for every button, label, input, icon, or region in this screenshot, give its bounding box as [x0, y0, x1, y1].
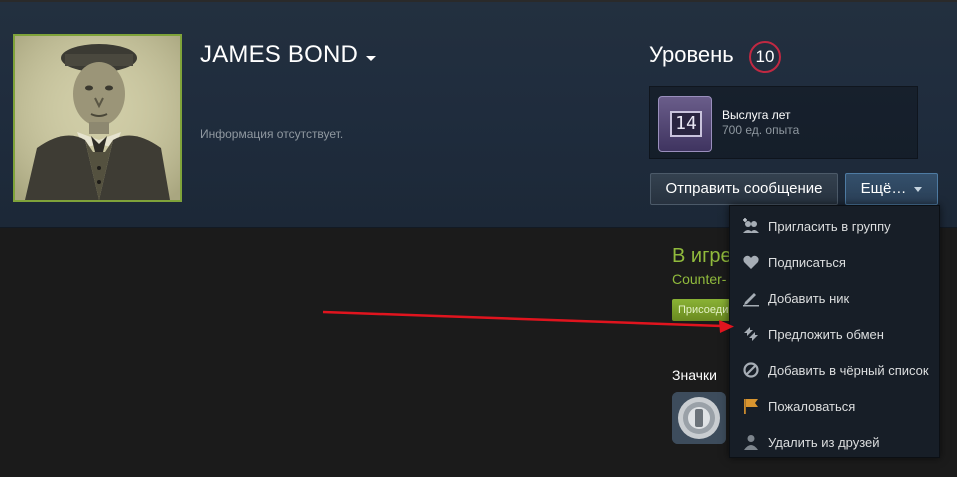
more-label: Ещё…: [860, 180, 907, 197]
avatar[interactable]: [13, 34, 182, 202]
menu-item-label: Предложить обмен: [768, 326, 884, 342]
coin-badge-icon: [672, 392, 726, 444]
menu-item-add-nickname[interactable]: Добавить ник: [730, 280, 941, 316]
flag-icon: [742, 397, 760, 415]
avatar-image: [15, 36, 180, 200]
remove-friend-icon: [742, 433, 760, 451]
status-game-name[interactable]: Counter-: [672, 271, 726, 287]
menu-item-label: Подписаться: [768, 254, 846, 270]
badge-name: Выслуга лет: [722, 108, 791, 122]
send-message-button[interactable]: Отправить сообщение: [650, 173, 838, 205]
group-invite-icon: [742, 217, 760, 235]
menu-item-follow[interactable]: Подписаться: [730, 244, 941, 280]
years-of-service-badge-icon: 14: [658, 96, 712, 152]
top-divider: [0, 0, 957, 2]
menu-item-label: Пожаловаться: [768, 398, 856, 414]
join-game-label: Присоеди: [678, 304, 729, 316]
level-title: Уровень: [649, 42, 734, 67]
badges-section-title[interactable]: Значки: [672, 367, 717, 383]
badge-xp: 700 ед. опыта: [722, 123, 800, 137]
menu-item-label: Пригласить в группу: [768, 218, 891, 234]
persona-name-text: JAMES BOND: [200, 41, 359, 68]
chevron-down-icon: [914, 186, 923, 192]
favorite-badge[interactable]: 14 Выслуга лет 700 ед. опыта: [649, 86, 918, 159]
menu-item-invite-group[interactable]: Пригласить в группу: [730, 208, 941, 244]
menu-item-remove-friend[interactable]: Удалить из друзей: [730, 424, 941, 460]
persona-name[interactable]: JAMES BOND: [200, 41, 377, 69]
pencil-icon: [742, 289, 760, 307]
more-button[interactable]: Ещё…: [845, 173, 938, 205]
level-badge[interactable]: 10: [749, 41, 781, 73]
profile-summary: Информация отсутствует.: [200, 127, 344, 141]
trade-icon: [742, 325, 760, 343]
status-in-game: В игре: [672, 245, 732, 267]
send-message-label: Отправить сообщение: [665, 180, 823, 197]
menu-item-label: Удалить из друзей: [768, 434, 880, 450]
menu-item-label: Добавить ник: [768, 290, 850, 306]
showcase-badge[interactable]: [672, 392, 726, 444]
chevron-down-icon[interactable]: [366, 55, 377, 61]
more-dropdown-menu: Пригласить в группу Подписаться Добавить…: [729, 205, 940, 458]
menu-item-offer-trade[interactable]: Предложить обмен: [730, 316, 941, 352]
menu-item-block[interactable]: Добавить в чёрный список: [730, 352, 941, 388]
badge-number: 14: [670, 111, 702, 137]
profile-page: JAMES BOND Информация отсутствует. Урове…: [0, 0, 957, 477]
heart-icon: [742, 253, 760, 271]
menu-item-report[interactable]: Пожаловаться: [730, 388, 941, 424]
block-icon: [742, 361, 760, 379]
menu-item-label: Добавить в чёрный список: [768, 362, 929, 378]
